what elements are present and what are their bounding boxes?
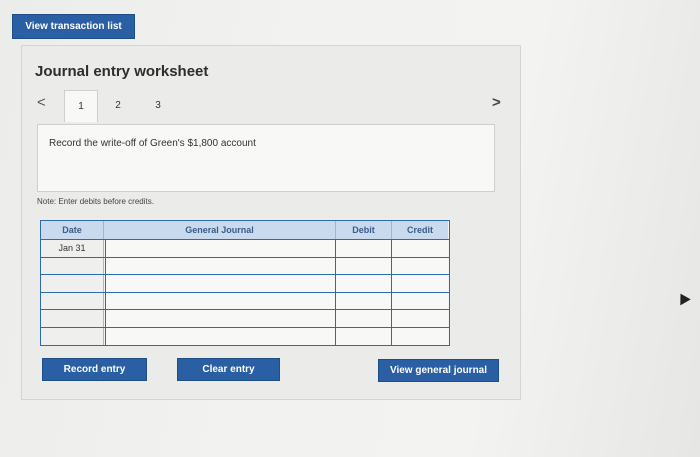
credit-input[interactable] xyxy=(392,328,448,345)
account-input[interactable] xyxy=(105,292,336,310)
tab-1[interactable]: 1 xyxy=(64,90,98,122)
general-journal-table: Date General Journal Debit Credit Jan 31 xyxy=(40,220,450,346)
account-input[interactable] xyxy=(105,240,336,257)
journal-entry-worksheet-panel: Journal entry worksheet < 1 2 3 > Record… xyxy=(21,45,521,400)
view-general-journal-button[interactable]: View general journal xyxy=(378,359,499,382)
record-entry-button[interactable]: Record entry xyxy=(42,358,147,381)
header-general-journal: General Journal xyxy=(104,221,336,239)
debit-input[interactable] xyxy=(336,240,392,257)
date-cell[interactable] xyxy=(41,310,104,327)
date-cell[interactable] xyxy=(41,292,104,310)
date-cell[interactable] xyxy=(41,328,104,345)
date-cell[interactable] xyxy=(41,275,104,292)
header-date: Date xyxy=(41,221,104,239)
debit-input[interactable] xyxy=(336,310,392,327)
prompt-text: Record the write-off of Green's $1,800 a… xyxy=(49,138,256,149)
tab-2[interactable]: 2 xyxy=(101,90,135,120)
header-credit: Credit xyxy=(392,221,448,239)
account-input[interactable] xyxy=(105,275,336,292)
mouse-pointer-icon xyxy=(675,290,691,306)
account-input[interactable] xyxy=(105,257,336,275)
prompt-box: Record the write-off of Green's $1,800 a… xyxy=(37,124,495,192)
debit-input[interactable] xyxy=(336,275,392,292)
debit-input[interactable] xyxy=(336,257,392,275)
clear-entry-button[interactable]: Clear entry xyxy=(177,358,280,381)
table-row xyxy=(41,291,449,310)
chevron-left-icon[interactable]: < xyxy=(37,94,46,111)
debit-input[interactable] xyxy=(336,328,392,345)
table-row xyxy=(41,274,449,292)
table-row xyxy=(41,256,449,275)
credit-input[interactable] xyxy=(392,292,448,310)
credit-input[interactable] xyxy=(392,257,448,275)
account-input[interactable] xyxy=(105,328,336,345)
table-row xyxy=(41,309,449,327)
date-cell[interactable] xyxy=(41,257,104,275)
chevron-right-icon[interactable]: > xyxy=(492,94,501,111)
tab-3[interactable]: 3 xyxy=(141,90,175,120)
table-row xyxy=(41,327,449,345)
date-cell[interactable]: Jan 31 xyxy=(41,240,104,257)
view-transaction-list-button[interactable]: View transaction list xyxy=(12,14,135,39)
credit-input[interactable] xyxy=(392,240,448,257)
note-text: Note: Enter debits before credits. xyxy=(37,197,154,206)
credit-input[interactable] xyxy=(392,275,448,292)
header-debit: Debit xyxy=(336,221,392,239)
credit-input[interactable] xyxy=(392,310,448,327)
page-title: Journal entry worksheet xyxy=(35,63,209,80)
table-row: Jan 31 xyxy=(41,239,449,257)
debit-input[interactable] xyxy=(336,292,392,310)
account-input[interactable] xyxy=(105,310,336,327)
